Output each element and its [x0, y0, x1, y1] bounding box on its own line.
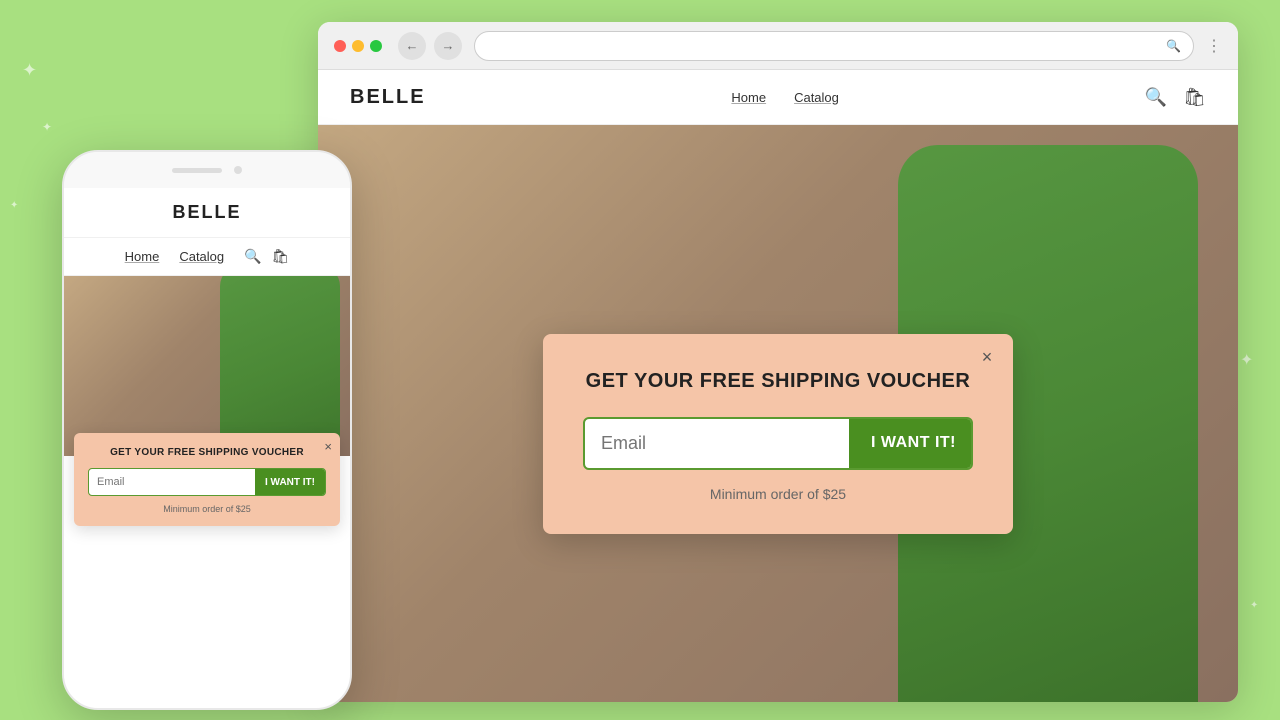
browser-maximize-dot[interactable]	[370, 40, 382, 52]
browser-forward-button[interactable]: →	[434, 32, 462, 60]
site-search-icon[interactable]: 🔍	[1145, 87, 1167, 108]
mobile-phone-frame: BELLE Home Catalog 🔍 🛍 × GET YOUR FREE S…	[62, 150, 352, 710]
deco-star-3: ✦	[10, 200, 18, 211]
mobile-popup-close-button[interactable]: ×	[324, 439, 332, 454]
mobile-popup-title: GET YOUR FREE SHIPPING VOUCHER	[88, 447, 326, 458]
site-header: BELLE Home Catalog 🔍 🛍	[318, 70, 1238, 125]
mobile-nav: Home Catalog 🔍 🛍	[64, 238, 350, 276]
browser-minimize-dot[interactable]	[352, 40, 364, 52]
browser-window-controls	[334, 40, 382, 52]
mobile-site-content: BELLE Home Catalog 🔍 🛍 × GET YOUR FREE S…	[64, 188, 350, 708]
browser-menu-button[interactable]: ⋮	[1206, 36, 1222, 56]
popup-minimum-order-note: Minimum order of $25	[583, 486, 973, 502]
browser-search-icon: 🔍	[1166, 39, 1181, 53]
deco-star-2: ✦	[42, 120, 52, 134]
mobile-header: BELLE	[64, 188, 350, 238]
popup-submit-button[interactable]: I WANT IT!	[849, 419, 973, 468]
site-cart-icon[interactable]: 🛍	[1183, 87, 1206, 108]
browser-window: ← → 🔍 ⋮ BELLE Home Catalog 🔍 🛍	[318, 22, 1238, 702]
mobile-hero-jacket	[220, 276, 340, 456]
mobile-popup-modal: × GET YOUR FREE SHIPPING VOUCHER I WANT …	[74, 433, 340, 526]
hero-section: × GET YOUR FREE SHIPPING VOUCHER I WANT …	[318, 125, 1238, 702]
mobile-search-icon[interactable]: 🔍	[244, 248, 261, 265]
mobile-popup-note: Minimum order of $25	[88, 504, 326, 514]
site-nav-catalog[interactable]: Catalog	[794, 90, 839, 105]
mobile-nav-home[interactable]: Home	[125, 249, 160, 264]
browser-navigation: ← →	[398, 32, 462, 60]
browser-back-button[interactable]: ←	[398, 32, 426, 60]
mobile-hero-image	[64, 276, 350, 456]
phone-notch	[64, 152, 350, 188]
phone-speaker	[172, 168, 222, 173]
popup-form: I WANT IT!	[583, 417, 973, 470]
browser-close-dot[interactable]	[334, 40, 346, 52]
mobile-email-input[interactable]	[89, 469, 255, 495]
mobile-submit-button[interactable]: I WANT IT!	[255, 469, 325, 495]
browser-chrome: ← → 🔍 ⋮	[318, 22, 1238, 70]
mobile-nav-catalog[interactable]: Catalog	[179, 249, 224, 264]
browser-address-bar[interactable]: 🔍	[474, 31, 1194, 61]
popup-modal[interactable]: × GET YOUR FREE SHIPPING VOUCHER I WANT …	[543, 334, 1013, 534]
site-header-icons: 🔍 🛍	[1145, 87, 1206, 108]
popup-title: GET YOUR FREE SHIPPING VOUCHER	[583, 370, 973, 393]
mobile-nav-icons: 🔍 🛍	[244, 248, 289, 265]
popup-close-button[interactable]: ×	[975, 346, 999, 370]
mobile-site-logo: BELLE	[172, 202, 241, 223]
popup-email-input[interactable]	[585, 419, 849, 468]
website-content: BELLE Home Catalog 🔍 🛍 × GET YOUR FREE S…	[318, 70, 1238, 702]
deco-star-7: ✦	[1250, 600, 1258, 611]
site-logo: BELLE	[350, 86, 426, 109]
phone-camera	[234, 166, 242, 174]
site-navigation: Home Catalog	[426, 90, 1145, 105]
site-nav-home[interactable]: Home	[731, 90, 766, 105]
deco-star-1: ✦	[22, 60, 37, 81]
mobile-cart-icon[interactable]: 🛍	[272, 248, 290, 265]
deco-star-6: ✦	[1240, 350, 1253, 370]
mobile-popup-form: I WANT IT!	[88, 468, 326, 496]
